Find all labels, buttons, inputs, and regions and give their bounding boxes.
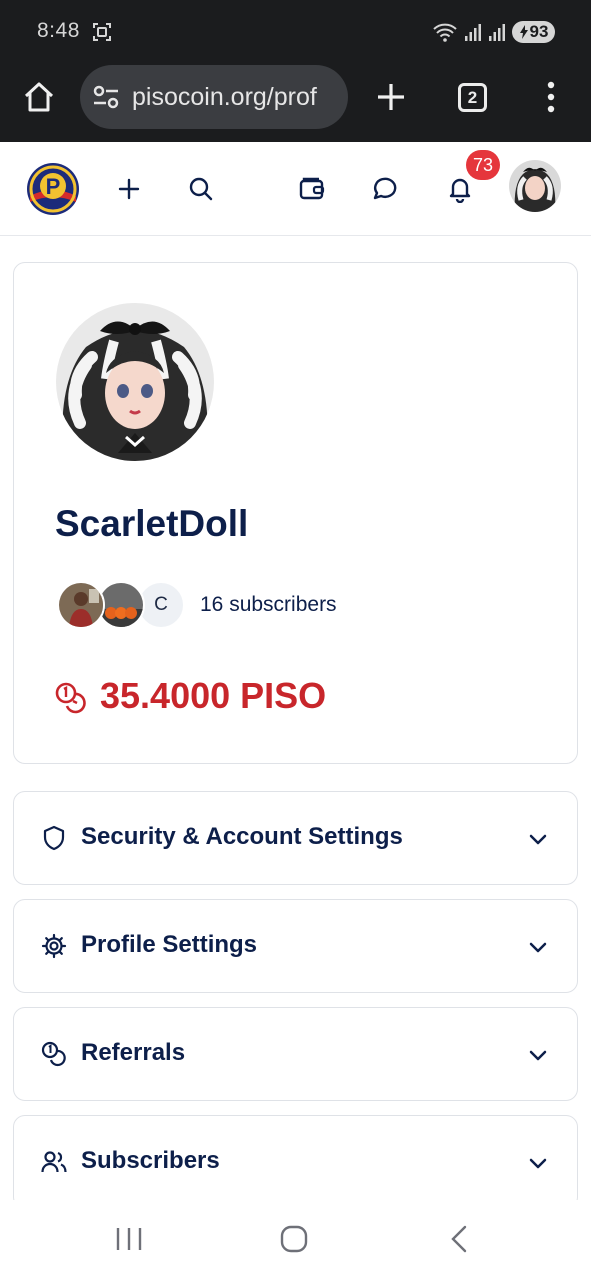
shield-icon: [43, 825, 65, 851]
chevron-down-icon[interactable]: [527, 828, 549, 850]
site-settings-icon[interactable]: [93, 85, 119, 109]
profile-card: ScarletDoll C 16 subscribers 35.4000 PIS…: [13, 262, 578, 764]
notification-badge[interactable]: 73: [466, 150, 500, 180]
header-user-avatar[interactable]: [509, 160, 561, 212]
panel-label: Referrals: [81, 1039, 186, 1066]
back-button[interactable]: [448, 1225, 470, 1253]
panel-security-account-settings[interactable]: Security & Account Settings: [13, 791, 578, 885]
user-avatar-image: [509, 160, 561, 212]
wallet-icon[interactable]: [298, 175, 326, 203]
gear-icon: [41, 933, 67, 959]
wifi-icon: [433, 23, 457, 42]
coins-icon: [41, 1041, 66, 1067]
subscribers-count[interactable]: 16 subscribers: [200, 593, 337, 617]
balance-amount: 35.4000 PISO: [100, 675, 327, 716]
new-tab-button[interactable]: [376, 82, 406, 112]
address-bar[interactable]: pisocoin.org/prof: [80, 65, 348, 129]
chevron-down-icon[interactable]: [527, 936, 549, 958]
subscriber-avatar-image: [99, 583, 143, 627]
panel-subscribers[interactable]: Subscribers: [13, 1115, 578, 1209]
url-text: pisocoin.org/prof: [132, 82, 317, 111]
search-icon[interactable]: [187, 175, 215, 203]
battery-indicator: 93: [512, 21, 555, 43]
panel-profile-settings[interactable]: Profile Settings: [13, 899, 578, 993]
panel-label: Security & Account Settings: [81, 823, 403, 850]
site-header: P: [0, 142, 591, 236]
system-nav-bar: [0, 1200, 591, 1280]
home-button[interactable]: [22, 80, 56, 114]
tab-switcher-button[interactable]: 2: [458, 83, 487, 112]
charging-icon: [519, 25, 528, 39]
signal-icon-2: [489, 24, 505, 41]
panel-label: Subscribers: [81, 1147, 220, 1174]
browser-menu-button[interactable]: [540, 80, 562, 114]
tab-count: 2: [467, 87, 478, 107]
notification-count: 73: [472, 154, 494, 175]
svg-text:P: P: [46, 174, 61, 199]
subscriber-avatar-image: [59, 583, 103, 627]
status-time: 8:48: [37, 19, 80, 42]
browser-toolbar: pisocoin.org/prof 2: [0, 62, 591, 142]
chevron-down-icon[interactable]: [527, 1152, 549, 1174]
chevron-down-icon[interactable]: [527, 1044, 549, 1066]
status-bar: 8:48 93: [0, 0, 591, 62]
subscriber-avatars[interactable]: C: [57, 581, 187, 629]
profile-avatar: [56, 303, 214, 461]
recent-apps-button[interactable]: [114, 1226, 144, 1252]
chat-icon[interactable]: [370, 175, 398, 203]
coins-icon: [55, 682, 86, 714]
bell-icon[interactable]: [446, 175, 474, 203]
pisocoin-logo-icon: P: [27, 163, 79, 215]
site-logo[interactable]: P: [26, 162, 80, 216]
signal-icon: [465, 24, 481, 41]
users-icon: [41, 1151, 67, 1173]
panel-referrals[interactable]: Referrals: [13, 1007, 578, 1101]
screenshot-icon: [93, 23, 111, 41]
profile-username: ScarletDoll: [55, 503, 249, 544]
home-nav-button[interactable]: [280, 1225, 308, 1253]
subscriber-initial: C: [154, 594, 168, 615]
profile-avatar-image: [56, 303, 214, 461]
subscriber-avatar-1[interactable]: [57, 581, 105, 629]
add-icon[interactable]: [115, 175, 143, 203]
panel-label: Profile Settings: [81, 931, 258, 958]
status-icons: 93: [432, 20, 555, 44]
battery-level: 93: [529, 22, 549, 41]
